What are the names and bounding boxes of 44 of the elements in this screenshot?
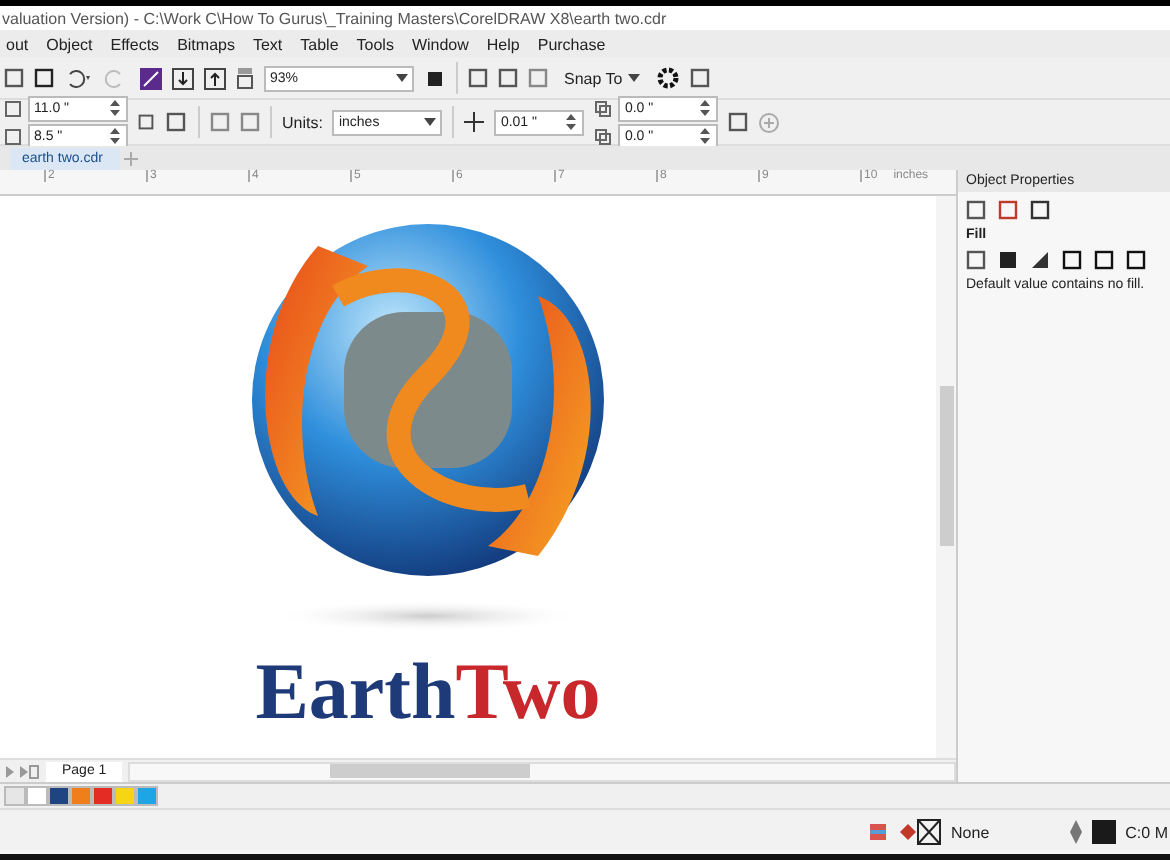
logo-text: Two [455, 652, 601, 732]
menu-item[interactable]: Table [294, 35, 351, 53]
window-title: valuation Version) - C:\Work C\How To Gurus\_Training Masters\CorelDRAW X8\earth two.cdr [2, 9, 667, 27]
duplicate-x-icon [594, 99, 613, 117]
export-icon[interactable] [204, 67, 226, 89]
nudge-icon [464, 112, 485, 132]
settings-icon[interactable] [656, 66, 681, 90]
fill-status: None [951, 823, 990, 841]
undo-icon[interactable] [64, 68, 92, 88]
menu-item[interactable]: Help [480, 35, 532, 53]
menu-item[interactable]: Effects [104, 35, 172, 53]
gradient-fill-icon[interactable] [1030, 250, 1050, 270]
uniform-fill-icon[interactable] [998, 250, 1018, 270]
color-swatch[interactable] [4, 786, 26, 806]
horizontal-scrollbar[interactable] [128, 761, 956, 781]
menu-item[interactable]: Object [40, 35, 105, 53]
outline-status: C:0 M [1125, 823, 1168, 841]
spin-arrows-icon[interactable] [564, 112, 579, 132]
color-swatch[interactable] [114, 786, 136, 806]
menu-item[interactable]: Text [246, 35, 295, 53]
menu-item[interactable]: out [0, 35, 41, 53]
spin-arrows-icon[interactable] [108, 126, 122, 146]
color-swatch[interactable] [48, 786, 70, 806]
outline-color-swatch [1091, 820, 1116, 844]
spin-arrows-icon[interactable] [698, 126, 713, 146]
menu-item[interactable]: Bitmaps [171, 35, 247, 53]
duplicate-y-icon [594, 127, 613, 145]
logo-text: Earth [255, 652, 456, 732]
menu-item[interactable]: Purchase [531, 35, 618, 53]
menu-item[interactable]: Window [405, 35, 481, 53]
spin-arrows-icon[interactable] [108, 98, 122, 118]
caret-icon[interactable] [628, 74, 641, 82]
menu-item[interactable]: Tools [350, 35, 406, 53]
import-icon[interactable] [172, 67, 194, 89]
color-swatch[interactable] [26, 786, 48, 806]
color-swatch[interactable] [92, 786, 114, 806]
vertical-scrollbar[interactable] [936, 196, 956, 758]
caret-icon[interactable] [396, 74, 408, 82]
caret-icon[interactable] [424, 118, 437, 126]
spin-arrows-icon[interactable] [698, 98, 713, 118]
snap-to-button[interactable]: Snap To [558, 63, 647, 93]
units-label: Units: [282, 111, 323, 135]
color-swatch[interactable] [136, 786, 158, 806]
color-swatch[interactable] [70, 786, 92, 806]
